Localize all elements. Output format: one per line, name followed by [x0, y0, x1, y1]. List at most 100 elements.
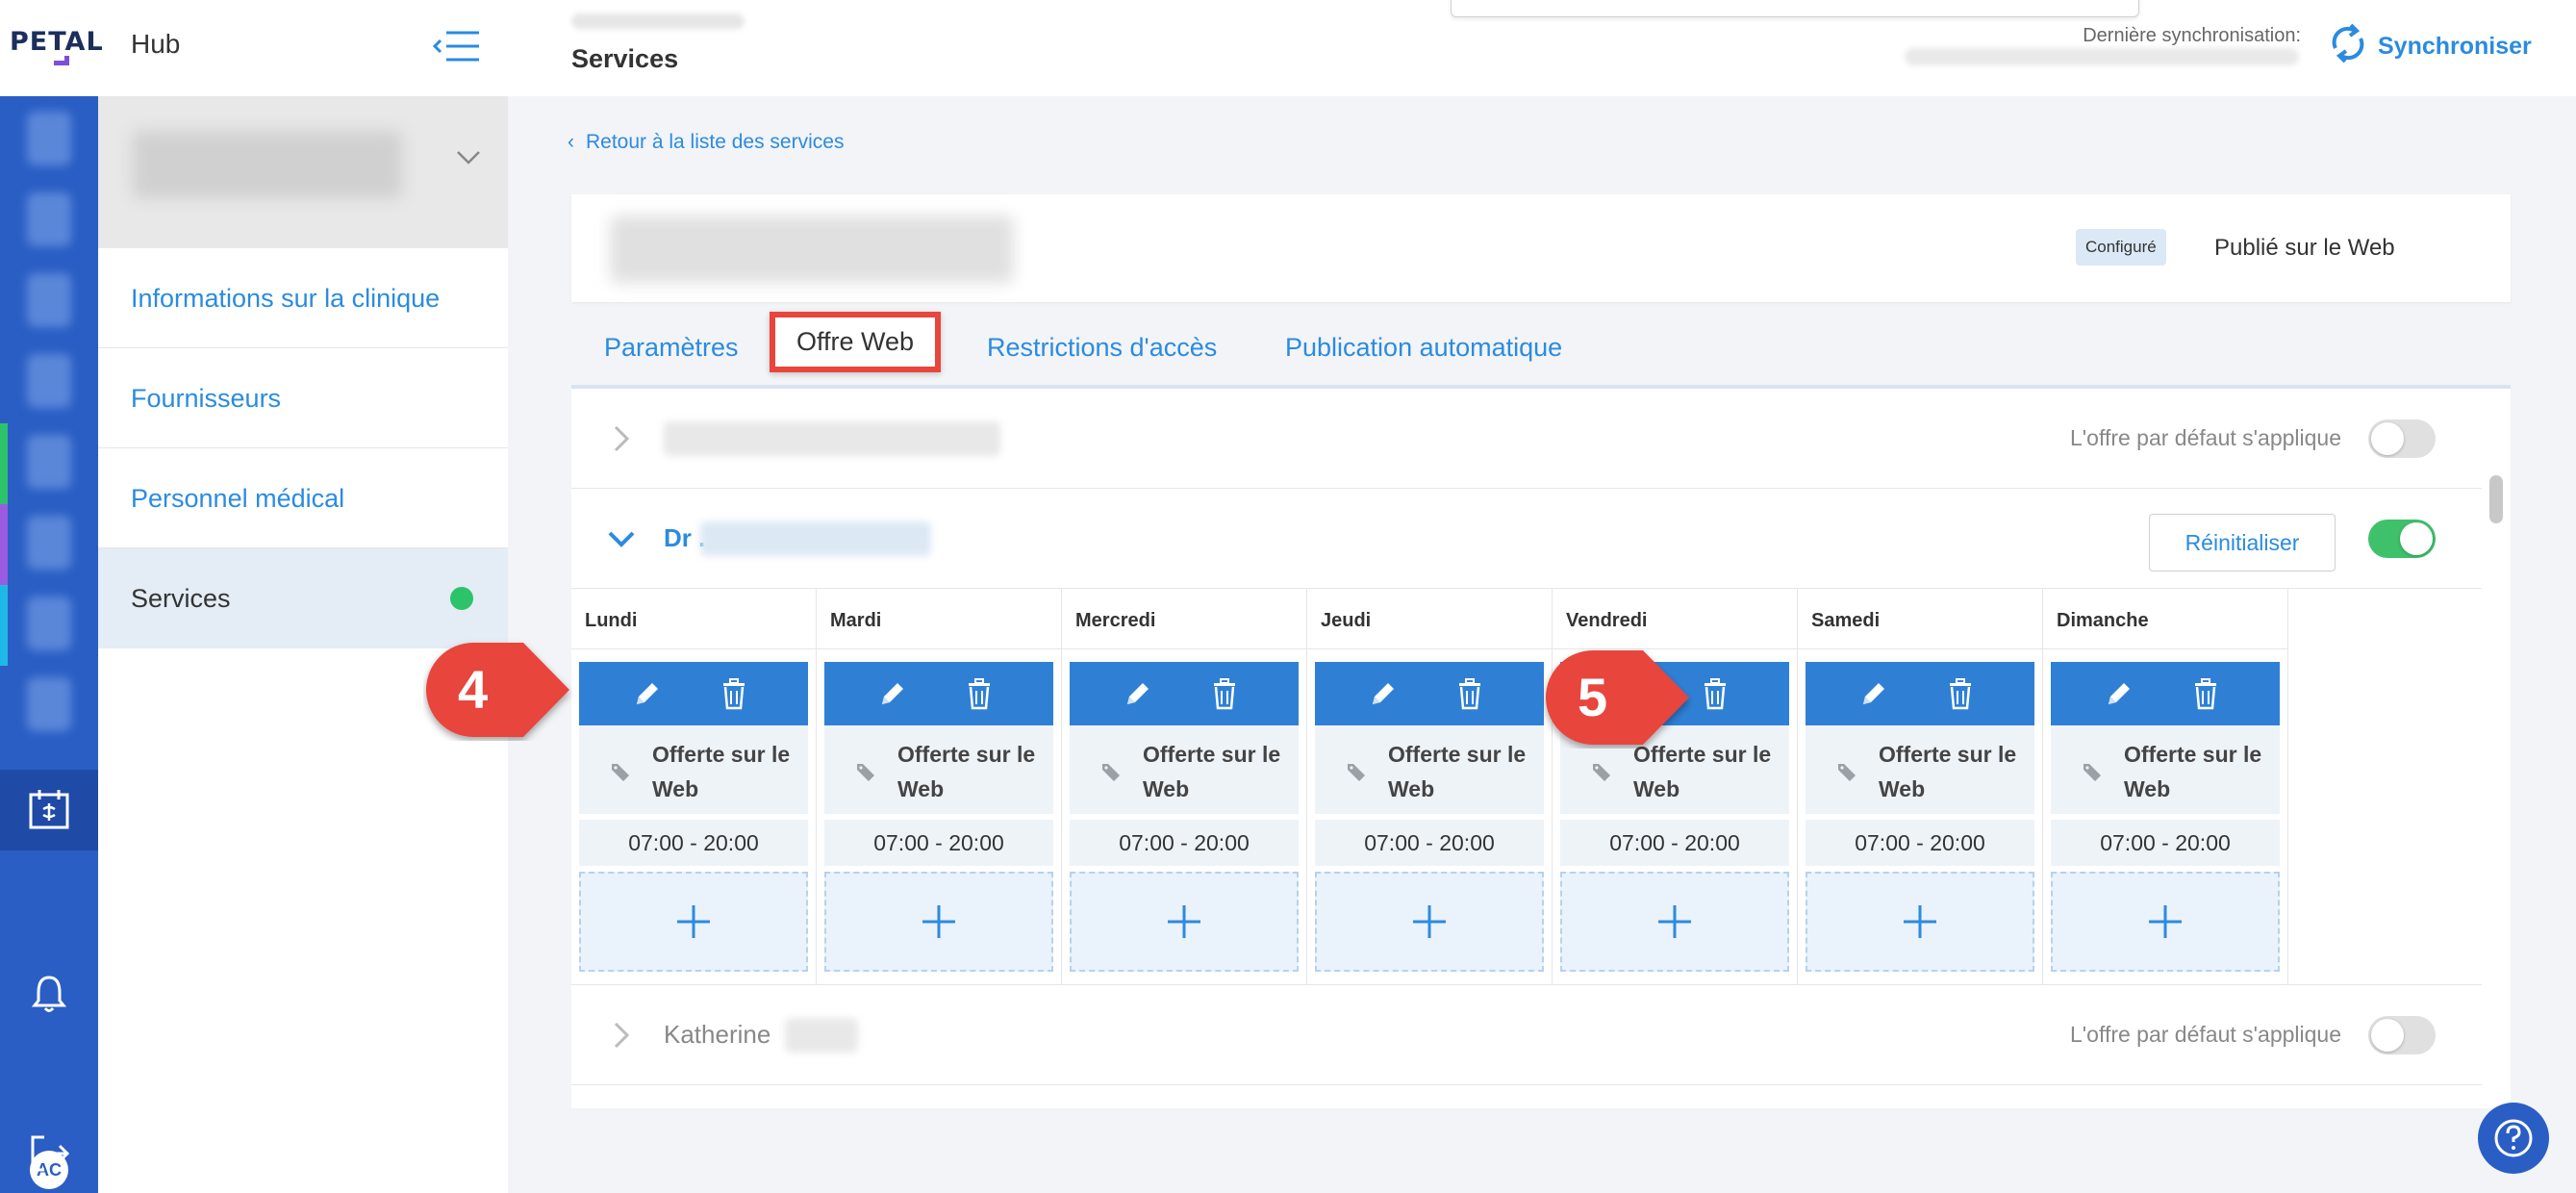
delete-slot-trash-icon[interactable] — [1697, 675, 1733, 712]
slot-actions-bar — [1070, 662, 1299, 725]
sidebar-item-services[interactable]: Services — [98, 548, 508, 648]
delete-slot-trash-icon[interactable] — [1452, 675, 1488, 712]
service-header-card: Configuré Publié sur le Web — [571, 194, 2511, 302]
tag-icon — [1836, 762, 1857, 783]
rail-app-redacted[interactable] — [27, 112, 71, 165]
slot-card[interactable]: Offerte sur le Web — [579, 725, 808, 814]
petal-logo[interactable]: PETAL — [10, 27, 104, 57]
bell-icon — [31, 976, 67, 1012]
slot-offer-label: Offerte sur le Web — [2124, 742, 2262, 801]
chevron-right-icon[interactable] — [604, 1018, 639, 1053]
calendar-icon — [29, 790, 69, 829]
slot-card[interactable]: Offerte sur le Web — [1315, 725, 1544, 814]
rail-app-redacted[interactable] — [27, 273, 71, 327]
default-offer-toggle[interactable] — [2368, 1016, 2436, 1054]
clinic-name-redacted — [133, 131, 402, 198]
sidebar-item-clinic-info[interactable]: Informations sur la clinique — [98, 248, 508, 348]
add-slot-button[interactable] — [1070, 872, 1299, 972]
rail-app-redacted[interactable] — [27, 354, 71, 408]
rail-app-redacted[interactable] — [27, 677, 71, 731]
service-name-redacted — [610, 216, 1014, 283]
slot-time-range: 07:00 - 20:00 — [824, 820, 1053, 866]
rail-stripe-green — [0, 423, 8, 504]
logout-icon — [31, 1135, 70, 1172]
delete-slot-trash-icon[interactable] — [1206, 675, 1243, 712]
edit-slot-pencil-icon[interactable] — [2101, 675, 2137, 712]
back-to-services-link[interactable]: ‹ Retour à la liste des services — [568, 131, 844, 154]
rail-app-redacted[interactable] — [27, 435, 71, 489]
slot-card[interactable]: Offerte sur le Web — [1070, 725, 1299, 814]
divider — [2043, 648, 2288, 649]
tab-restrictions[interactable]: Restrictions d'accès — [987, 333, 1217, 363]
delete-slot-trash-icon[interactable] — [2187, 675, 2224, 712]
default-offer-toggle[interactable] — [2368, 520, 2436, 558]
clinic-selector[interactable] — [98, 96, 508, 248]
edit-slot-pencil-icon[interactable] — [1120, 675, 1156, 712]
edit-slot-pencil-icon[interactable] — [1856, 675, 1892, 712]
tab-publication-auto[interactable]: Publication automatique — [1285, 333, 1562, 363]
sidebar-item-medical-staff[interactable]: Personnel médical — [98, 448, 508, 548]
slot-offer-label: Offerte sur le Web — [897, 742, 1036, 801]
slot-offer-label: Offerte sur le Web — [1879, 742, 2017, 801]
chevron-left-icon: ‹ — [568, 131, 574, 153]
tag-icon — [855, 762, 876, 783]
provider-name: Dr . — [664, 523, 706, 552]
reset-button[interactable]: Réinitialiser — [2149, 514, 2336, 571]
callout-arrow-shape — [1546, 650, 1689, 745]
slot-card[interactable]: Offerte sur le Web — [824, 725, 1053, 814]
provider-row[interactable]: Katherine L'offre par défaut s'applique — [571, 985, 2482, 1085]
tag-icon — [1591, 762, 1612, 783]
divider — [1307, 648, 1553, 649]
add-slot-button[interactable] — [1560, 872, 1789, 972]
add-slot-button[interactable] — [1315, 872, 1544, 972]
edit-slot-pencil-icon[interactable] — [874, 675, 911, 712]
sync-button[interactable]: Synchroniser — [2378, 33, 2532, 61]
chevron-down-icon — [457, 151, 480, 165]
last-sync-label: Dernière synchronisation: — [2083, 25, 2301, 46]
default-offer-toggle[interactable] — [2368, 419, 2436, 458]
callout-number: 4 — [458, 659, 489, 720]
slot-time-range: 07:00 - 20:00 — [1806, 820, 2034, 866]
slot-card[interactable]: Offerte sur le Web — [1806, 725, 2034, 814]
add-slot-button[interactable] — [579, 872, 808, 972]
edit-slot-pencil-icon[interactable] — [1365, 675, 1402, 712]
default-offer-label: L'offre par défaut s'applique — [2070, 1022, 2342, 1047]
add-slot-button[interactable] — [2051, 872, 2280, 972]
tag-icon — [1100, 762, 1122, 783]
help-icon — [2494, 1119, 2533, 1157]
edit-slot-pencil-icon[interactable] — [629, 675, 666, 712]
slot-actions-bar — [824, 662, 1053, 725]
logout-button[interactable] — [25, 1130, 73, 1178]
chevron-down-icon[interactable] — [604, 521, 639, 556]
collapse-menu-button[interactable] — [431, 25, 483, 67]
scrollbar-thumb[interactable] — [2489, 475, 2503, 523]
delete-slot-trash-icon[interactable] — [716, 675, 752, 712]
slot-time-range: 07:00 - 20:00 — [2051, 820, 2280, 866]
slot-card[interactable]: Offerte sur le Web — [2051, 725, 2280, 814]
slot-actions-bar — [2051, 662, 2280, 725]
add-slot-button[interactable] — [824, 872, 1053, 972]
rail-app-redacted[interactable] — [27, 516, 71, 570]
chevron-right-icon[interactable] — [604, 421, 639, 456]
rail-item-calendar-active[interactable] — [0, 770, 98, 850]
page-title: Services — [571, 44, 679, 73]
notifications-button[interactable] — [25, 970, 73, 1018]
top-dropdown-panel[interactable] — [1451, 0, 2139, 17]
sync-icon[interactable] — [2326, 21, 2370, 65]
provider-row-expanded[interactable]: Dr . Réinitialiser — [571, 489, 2482, 589]
page-pretitle-redacted — [571, 13, 745, 29]
tab-parametres[interactable]: Paramètres — [604, 333, 739, 363]
help-button[interactable] — [2478, 1103, 2549, 1174]
tab-offre-web[interactable]: Offre Web — [770, 312, 942, 372]
delete-slot-trash-icon[interactable] — [1942, 675, 1979, 712]
provider-row[interactable]: L'offre par défaut s'applique — [571, 389, 2482, 489]
rail-app-redacted[interactable] — [27, 596, 71, 650]
rail-app-redacted[interactable] — [27, 192, 71, 246]
day-column: Samedi Offerte sur le Web 07:00 - 20:00 — [1798, 589, 2043, 985]
sidebar-item-providers[interactable]: Fournisseurs — [98, 348, 508, 448]
tag-icon — [1346, 762, 1367, 783]
divider — [817, 648, 1062, 649]
day-header: Jeudi — [1321, 610, 1372, 631]
add-slot-button[interactable] — [1806, 872, 2034, 972]
delete-slot-trash-icon[interactable] — [961, 675, 998, 712]
